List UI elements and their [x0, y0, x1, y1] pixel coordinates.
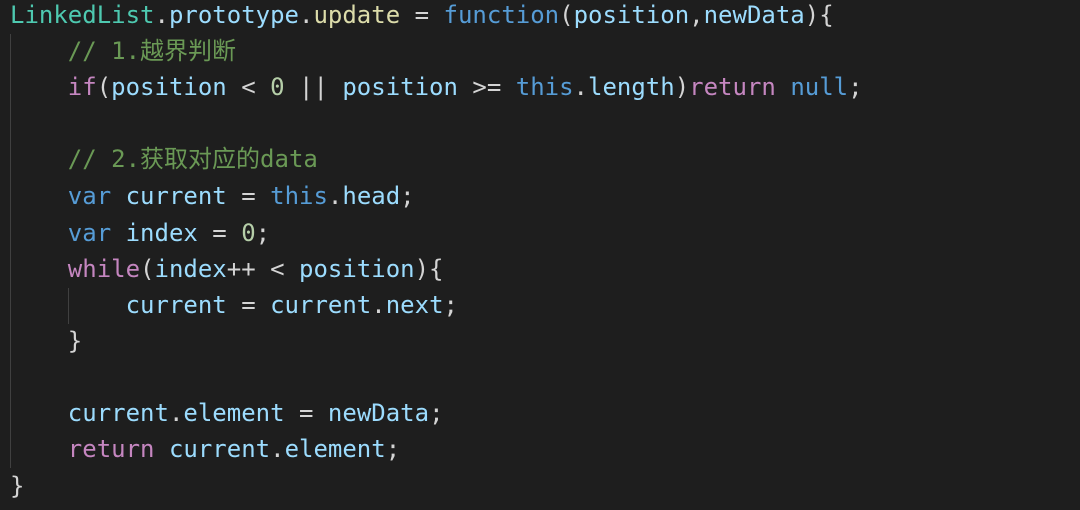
- code-line-14[interactable]: }: [10, 468, 24, 504]
- brace-token: }: [10, 472, 25, 500]
- variable-token: current: [168, 435, 271, 463]
- dot-token: .: [270, 435, 285, 463]
- code-line-8[interactable]: while(index++ < position){: [10, 251, 444, 287]
- operator-token: <: [226, 73, 271, 101]
- null-keyword-token: null: [790, 73, 849, 101]
- function-keyword-token: function: [443, 1, 560, 29]
- variable-token: current: [270, 291, 372, 319]
- property-token: next: [385, 291, 444, 319]
- paren-token: (: [559, 1, 574, 29]
- dot-token: .: [299, 1, 314, 29]
- operator-token: =: [226, 291, 271, 319]
- comma-token: ,: [689, 1, 704, 29]
- property-token: prototype: [168, 1, 299, 29]
- number-token: 0: [241, 219, 256, 247]
- comment-token: // 2.: [67, 145, 141, 173]
- dot-token: .: [327, 182, 343, 210]
- code-line-2[interactable]: // 1.越界判断: [10, 33, 236, 69]
- semicolon-token: ;: [848, 73, 863, 101]
- semicolon-token: ;: [255, 219, 271, 247]
- property-token: element: [183, 399, 285, 427]
- operator-token: =: [226, 182, 271, 210]
- code-line-7[interactable]: var index = 0;: [10, 215, 270, 251]
- comment-token: // 1.: [67, 37, 141, 65]
- brace-token: ){: [414, 255, 444, 283]
- semicolon-token: ;: [385, 435, 401, 463]
- dot-token: .: [573, 73, 588, 101]
- variable-token: position: [342, 73, 458, 101]
- if-keyword-token: if: [67, 73, 97, 101]
- code-line-12[interactable]: current.element = newData;: [10, 395, 444, 431]
- variable-token: current: [67, 399, 169, 427]
- code-line-6[interactable]: var current = this.head;: [10, 178, 415, 214]
- param-token: newData: [703, 1, 805, 29]
- number-token: 0: [270, 73, 285, 101]
- code-line-13[interactable]: return current.element;: [10, 431, 400, 467]
- paren-token: ): [674, 73, 690, 101]
- brace-token: ){: [804, 1, 834, 29]
- variable-token: newData: [327, 399, 430, 427]
- paren-token: (: [96, 73, 112, 101]
- variable-token: index: [154, 255, 227, 283]
- property-token: head: [342, 182, 401, 210]
- semicolon-token: ;: [429, 399, 444, 427]
- brace-token: }: [67, 327, 83, 355]
- comment-token: data: [260, 145, 318, 173]
- operator-token: ++ <: [226, 255, 299, 283]
- operator-token: =: [284, 399, 328, 427]
- property-token: length: [588, 73, 675, 101]
- code-line-1[interactable]: LinkedList.prototype.update = function(p…: [10, 0, 834, 33]
- semicolon-token: ;: [400, 182, 415, 210]
- comment-text-token: 越界判断: [140, 37, 237, 65]
- variable-token: current: [125, 291, 227, 319]
- this-keyword-token: this: [515, 73, 574, 101]
- code-line-10[interactable]: }: [10, 323, 82, 359]
- code-line-5[interactable]: // 2.获取对应的data: [10, 141, 318, 177]
- this-keyword-token: this: [270, 182, 328, 210]
- variable-token: current: [125, 182, 227, 210]
- variable-token: position: [299, 255, 415, 283]
- return-keyword-token: return: [689, 73, 776, 101]
- while-keyword-token: while: [67, 255, 141, 283]
- code-line-9[interactable]: current = current.next;: [10, 287, 458, 323]
- variable-token: index: [125, 219, 198, 247]
- operator-token: >=: [457, 73, 516, 101]
- var-keyword-token: var: [67, 182, 112, 210]
- dot-token: .: [168, 399, 184, 427]
- operator-token: =: [197, 219, 242, 247]
- param-token: position: [573, 1, 690, 29]
- dot-token: .: [371, 291, 386, 319]
- paren-token: (: [140, 255, 155, 283]
- semicolon-token: ;: [443, 291, 458, 319]
- return-keyword-token: return: [67, 435, 155, 463]
- dot-token: .: [154, 1, 169, 29]
- variable-token: position: [111, 73, 227, 101]
- operator-token: =: [400, 1, 444, 29]
- method-name-token: update: [313, 1, 401, 29]
- class-name-token: LinkedList: [10, 1, 155, 29]
- operator-token: ||: [284, 73, 343, 101]
- comment-text-token: 获取对应的: [140, 145, 261, 173]
- code-line-3[interactable]: if(position < 0 || position >= this.leng…: [10, 69, 863, 105]
- var-keyword-token: var: [67, 219, 112, 247]
- code-editor[interactable]: LinkedList.prototype.update = function(p…: [0, 0, 1080, 510]
- property-token: element: [284, 435, 386, 463]
